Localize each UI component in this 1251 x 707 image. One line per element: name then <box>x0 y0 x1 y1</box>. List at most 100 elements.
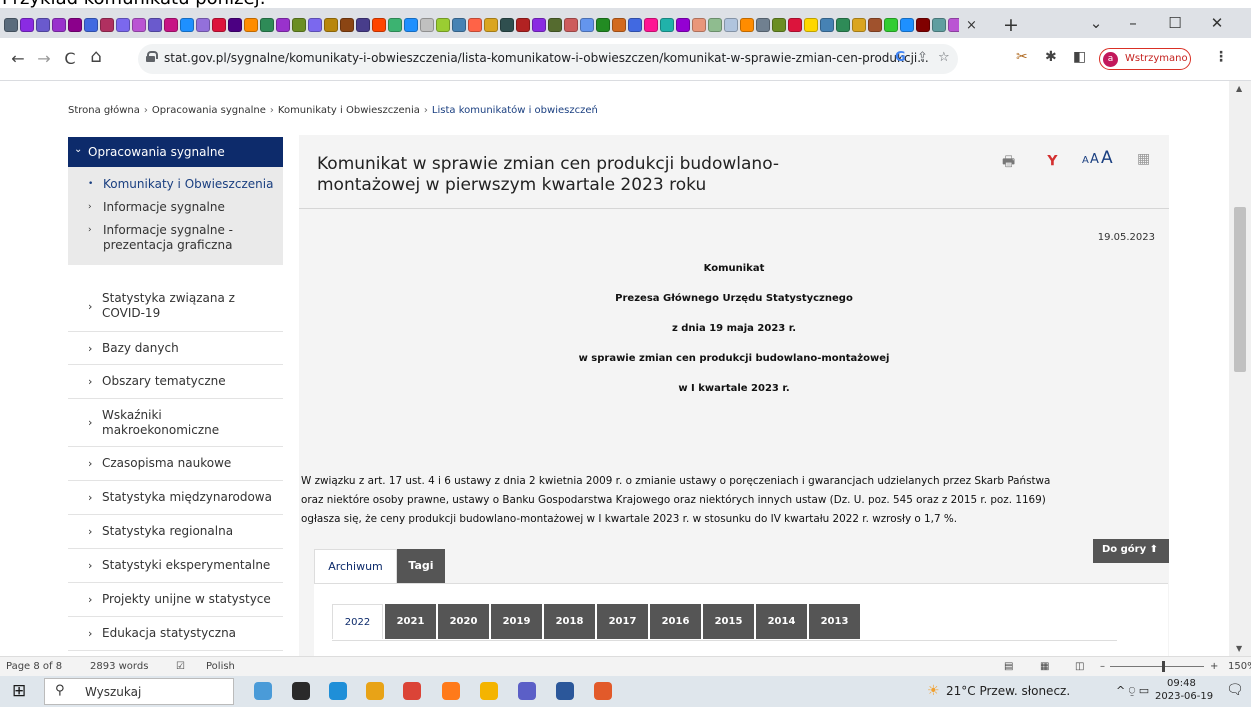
tab-favicon-icon[interactable] <box>516 18 530 32</box>
tab-favicon-icon[interactable] <box>724 18 738 32</box>
sidebar-item-wskazniki[interactable]: › Wskaźniki makroekonomiczne <box>68 399 283 447</box>
tab-favicon-icon[interactable] <box>692 18 706 32</box>
tab-favicon-icon[interactable] <box>868 18 882 32</box>
proofing-icon[interactable]: ☑ <box>176 661 185 672</box>
taskbar-app-icon[interactable] <box>254 682 272 700</box>
taskbar-app-icon[interactable] <box>329 682 347 700</box>
tab-favicon-icon[interactable] <box>580 18 594 32</box>
tab-archiwum[interactable]: Archiwum <box>314 549 397 584</box>
clock-date[interactable]: 2023-06-19 <box>1155 691 1213 702</box>
tab-favicon-icon[interactable] <box>836 18 850 32</box>
print-icon[interactable]: 🖶 <box>1002 151 1015 175</box>
taskbar-app-icon[interactable] <box>442 682 460 700</box>
font-small-button[interactable]: A <box>1082 155 1089 166</box>
tab-favicon-icon[interactable] <box>68 18 82 32</box>
tab-favicon-icon[interactable] <box>228 18 242 32</box>
word-count[interactable]: 2893 words <box>90 661 148 672</box>
tab-favicon-icon[interactable] <box>372 18 386 32</box>
year-tab[interactable]: 2013 <box>809 604 860 639</box>
sidebar-subitem-informacje[interactable]: › Informacje sygnalne <box>68 196 283 219</box>
tab-favicon-icon[interactable] <box>20 18 34 32</box>
taskbar-app-icon[interactable] <box>594 682 612 700</box>
notification-icon[interactable]: 🗨 <box>1226 682 1244 698</box>
tab-favicon-icon[interactable] <box>36 18 50 32</box>
tab-favicon-icon[interactable] <box>4 18 18 32</box>
tab-favicon-icon[interactable] <box>884 18 898 32</box>
tab-favicon-icon[interactable] <box>484 18 498 32</box>
url-text[interactable]: stat.gov.pl/sygnalne/komunikaty-i-obwies… <box>164 51 929 65</box>
year-tab[interactable]: 2021 <box>385 604 436 639</box>
page-scrollbar[interactable]: ▲ ▼ <box>1229 81 1251 656</box>
tab-favicon-icon[interactable] <box>564 18 578 32</box>
tab-favicon-icon[interactable] <box>100 18 114 32</box>
minimize-button[interactable]: – <box>1121 14 1145 32</box>
tab-favicon-icon[interactable] <box>148 18 162 32</box>
tab-favicon-icon[interactable] <box>420 18 434 32</box>
zoom-in-button[interactable]: + <box>1210 661 1218 672</box>
tab-favicon-icon[interactable] <box>676 18 690 32</box>
tab-favicon-icon[interactable] <box>196 18 210 32</box>
tab-favicon-icon[interactable] <box>708 18 722 32</box>
tab-favicon-icon[interactable] <box>916 18 930 32</box>
new-tab-button[interactable]: + <box>1003 14 1019 36</box>
language[interactable]: Polish <box>206 661 235 672</box>
url-bar[interactable]: stat.gov.pl/sygnalne/komunikaty-i-obwies… <box>138 44 958 74</box>
tab-search-icon[interactable]: ⌄ <box>1084 14 1108 32</box>
tab-favicon-icon[interactable] <box>356 18 370 32</box>
tab-favicon-icon[interactable] <box>340 18 354 32</box>
tab-favicon-icon[interactable] <box>788 18 802 32</box>
sidebar-item-covid[interactable]: › Statystyka związana z COVID-19 <box>68 281 283 332</box>
sidebar-subitem-prezentacja[interactable]: › Informacje sygnalne - prezentacja grafi… <box>68 219 283 257</box>
share-icon[interactable]: ⇪ <box>917 50 928 65</box>
taskbar-app-icon[interactable] <box>556 682 574 700</box>
google-lens-icon[interactable]: G <box>895 50 906 65</box>
close-window-button[interactable]: ✕ <box>1205 14 1229 32</box>
sidebar-subitem-komunikaty[interactable]: • Komunikaty i Obwieszczenia <box>68 173 283 196</box>
extension-icon[interactable]: ✂ <box>1016 49 1028 65</box>
weather-icon[interactable]: ☀ <box>927 683 940 699</box>
year-tab[interactable]: 2020 <box>438 604 489 639</box>
taskbar-app-icon[interactable] <box>480 682 498 700</box>
tab-favicon-icon[interactable] <box>116 18 130 32</box>
zoom-slider[interactable] <box>1110 666 1204 667</box>
maximize-button[interactable]: ☐ <box>1163 14 1187 32</box>
tab-favicon-icon[interactable] <box>756 18 770 32</box>
page-count[interactable]: Page 8 of 8 <box>6 661 62 672</box>
weather-text[interactable]: 21°C Przew. słonecz. <box>946 684 1070 698</box>
year-tab[interactable]: 2015 <box>703 604 754 639</box>
year-tab[interactable]: 2016 <box>650 604 701 639</box>
tab-favicon-icon[interactable] <box>180 18 194 32</box>
zoom-slider-thumb[interactable] <box>1162 661 1165 672</box>
zoom-out-button[interactable]: – <box>1100 661 1105 672</box>
tab-favicon-icon[interactable] <box>532 18 546 32</box>
tab-favicon-icon[interactable] <box>244 18 258 32</box>
tab-favicon-icon[interactable] <box>628 18 642 32</box>
tab-favicon-icon[interactable] <box>660 18 674 32</box>
year-tab[interactable]: 2014 <box>756 604 807 639</box>
web-layout-icon[interactable]: ◫ <box>1075 661 1084 672</box>
font-medium-button[interactable]: A <box>1090 152 1099 167</box>
year-tab[interactable]: 2018 <box>544 604 595 639</box>
clock-time[interactable]: 09:48 <box>1167 678 1196 689</box>
scroll-down-icon[interactable]: ▼ <box>1236 644 1242 653</box>
tab-favicon-icon[interactable] <box>772 18 786 32</box>
forward-button[interactable]: → <box>34 49 54 68</box>
sidebar-item-obszary[interactable]: › Obszary tematyczne <box>68 365 283 399</box>
tab-favicon-icon[interactable] <box>644 18 658 32</box>
tab-favicon-icon[interactable] <box>164 18 178 32</box>
tab-tagi[interactable]: Tagi <box>397 549 445 584</box>
side-panel-icon[interactable]: ◧ <box>1073 49 1086 65</box>
tab-favicon-icon[interactable] <box>260 18 274 32</box>
tab-favicon-icon[interactable] <box>900 18 914 32</box>
tab-favicon-icon[interactable] <box>468 18 482 32</box>
tray-icons[interactable]: ^ ⍜ ▭ <box>1116 684 1149 698</box>
pdf-icon[interactable]: ⅄ <box>1047 151 1058 167</box>
extensions-puzzle-icon[interactable]: ✱ <box>1045 49 1057 65</box>
taskbar-app-icon[interactable] <box>518 682 536 700</box>
breadcrumb-current[interactable]: Lista komunikatów i obwieszczeń <box>432 105 598 116</box>
back-button[interactable]: ← <box>8 49 28 68</box>
sidebar-item-edukacja[interactable]: › Edukacja statystyczna <box>68 617 283 651</box>
read-mode-icon[interactable]: ▤ <box>1004 661 1013 672</box>
sidebar-item-projekty[interactable]: › Projekty unijne w statystyce <box>68 583 283 617</box>
sidebar-item-opracowania-sygnalne[interactable]: ⌄ Opracowania sygnalne <box>68 137 283 167</box>
